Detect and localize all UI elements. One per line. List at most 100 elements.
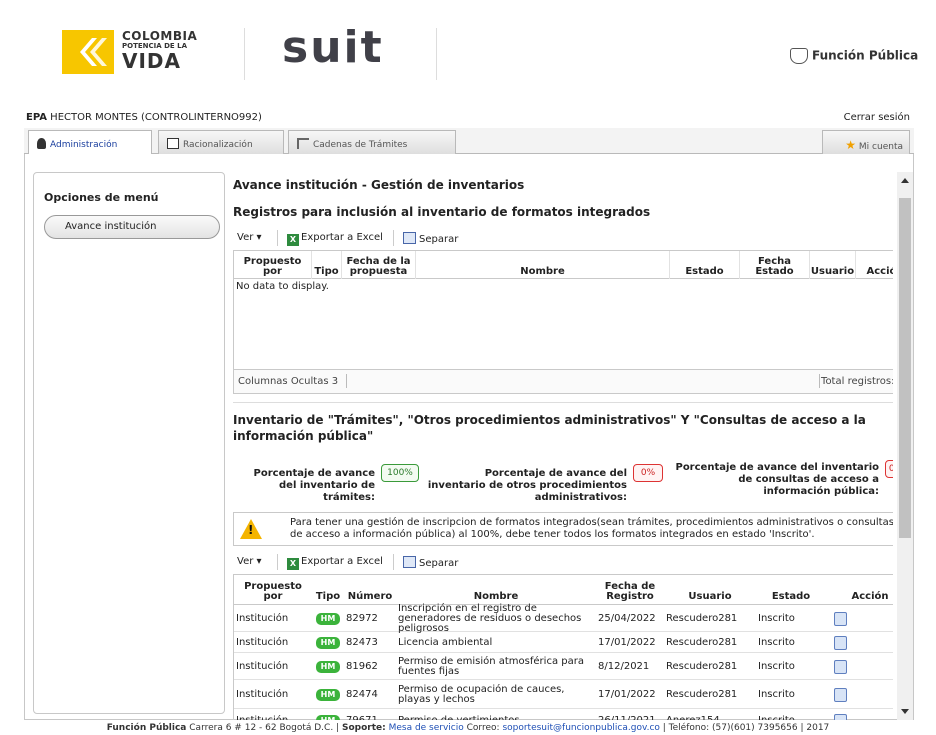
export-label: Exportar a Excel (301, 232, 383, 243)
site-footer: Función Pública Carrera 6 # 12 - 62 Bogo… (0, 722, 936, 735)
separar-label: Separar (419, 558, 459, 569)
export-excel-button[interactable]: X Exportar a Excel (287, 232, 383, 246)
pct-consultas-label: Porcentaje de avance del inventario de c… (675, 462, 879, 497)
pct-tramites-label: Porcentaje de avance del inventario de t… (253, 468, 375, 503)
scroll-down-icon[interactable] (901, 709, 909, 714)
action-detail-icon[interactable] (834, 611, 847, 626)
header-divider (244, 28, 245, 80)
tab-label: Mi cuenta (858, 142, 903, 152)
sidebar-title: Opciones de menú (44, 191, 159, 204)
section-title-inventario: Inventario de "Trámites", "Otros procedi… (233, 413, 866, 443)
column-header[interactable]: Estado (670, 251, 740, 279)
excel-icon: X (287, 558, 299, 570)
scroll-up-icon[interactable] (901, 178, 909, 183)
tab-mi-cuenta[interactable]: ★ Mi cuenta (822, 130, 910, 154)
table-row[interactable]: Institución HM 82474 Permiso de ocupació… (234, 681, 893, 709)
user-bar: EPA HECTOR MONTES (CONTROLINTERNO992) Ce… (24, 110, 914, 126)
logout-link[interactable]: Cerrar sesión (844, 112, 910, 123)
cell-fecha: 17/01/2022 (598, 636, 656, 648)
user-admin-icon (37, 138, 46, 149)
tab-administracion[interactable]: Administración (28, 130, 152, 155)
separar-button[interactable]: Separar (403, 556, 458, 569)
warning-icon: ! (240, 519, 262, 539)
column-header[interactable]: Fecha Estado (740, 251, 810, 279)
column-header[interactable]: Usuario (664, 575, 756, 605)
column-header[interactable]: Acción (856, 251, 893, 279)
content-scrollbar[interactable] (897, 172, 913, 720)
action-detail-icon[interactable] (834, 713, 847, 720)
cell-propuesto: Institución (236, 688, 289, 700)
cell-nombre: Permiso de ocupación de cauces, playas y… (398, 683, 565, 705)
main-frame: Opciones de menú Avance institución Avan… (24, 154, 914, 720)
total-records: Total registros: 0 (821, 376, 893, 387)
tab-label: Racionalización (183, 140, 253, 150)
column-header[interactable]: Nombre (396, 575, 596, 605)
column-header[interactable]: Propuesto por (234, 251, 312, 279)
cell-usuario: Rescudero281 (666, 636, 738, 648)
page-title: Avance institución - Gestión de inventar… (233, 178, 525, 192)
grid-footer: Columnas Ocultas 3 Total registros: 0 (234, 369, 893, 393)
column-header[interactable]: Acción (826, 575, 893, 605)
ver-dropdown[interactable]: Ver ▾ (237, 232, 262, 243)
cell-numero: 82474 (346, 688, 378, 700)
column-header[interactable]: Propuesto por (234, 575, 312, 605)
cell-nombre: Licencia ambiental (398, 636, 493, 648)
site-header: COLOMBIA POTENCIA DE LA VIDA suit Funció… (0, 0, 936, 108)
email-link[interactable]: soportesuit@funcionpublica.gov.co (502, 723, 659, 733)
user-name: HECTOR MONTES (CONTROLINTERNO992) (50, 112, 262, 123)
hm-badge: HM (316, 636, 340, 649)
column-header[interactable]: Tipo (312, 575, 344, 605)
scroll-thumb[interactable] (899, 198, 911, 538)
column-header[interactable]: Número (344, 575, 396, 605)
column-header[interactable]: Nombre (416, 251, 670, 279)
cell-fecha: 17/01/2022 (598, 688, 656, 700)
warning-text: Para tener una gestión de inscripcion de… (290, 517, 893, 540)
tree-icon (297, 138, 309, 149)
cell-usuario: Anerez154 (666, 714, 720, 720)
footer-divider (819, 374, 820, 388)
sidebar-menu: Opciones de menú Avance institución (33, 172, 225, 714)
edit-icon (167, 138, 179, 149)
tab-label: Cadenas de Trámites (313, 140, 408, 150)
column-header[interactable]: Fecha de Registro (596, 575, 664, 605)
column-header[interactable]: Usuario (810, 251, 856, 279)
cell-propuesto: Institución (236, 660, 289, 672)
export-excel-button[interactable]: X Exportar a Excel (287, 556, 383, 570)
cell-numero: 82473 (346, 636, 378, 648)
tab-racionalizacion[interactable]: Racionalización (158, 130, 284, 154)
mesa-servicio-link[interactable]: Mesa de servicio (389, 723, 464, 733)
action-detail-icon[interactable] (834, 659, 847, 674)
ver-dropdown[interactable]: Ver ▾ (237, 556, 262, 567)
sidebar-item-avance-institucion[interactable]: Avance institución (44, 215, 220, 239)
cell-estado: Inscrito (758, 636, 795, 648)
separar-button[interactable]: Separar (403, 232, 458, 245)
cell-propuesto: Institución (236, 714, 289, 720)
footer-brand: Función Pública (106, 723, 187, 733)
cell-numero: 81962 (346, 660, 378, 672)
action-detail-icon[interactable] (834, 687, 847, 702)
tab-cadenas-tramites[interactable]: Cadenas de Trámites (288, 130, 456, 154)
column-header[interactable]: Estado (756, 575, 826, 605)
table-row[interactable]: Institución HM 82473 Licencia ambiental … (234, 633, 893, 653)
table-row[interactable]: Institución HM 81962 Permiso de emisión … (234, 654, 893, 680)
colombia-logo-mark (62, 30, 114, 74)
table-row[interactable]: Institución HM 82972 Inscripción en el r… (234, 602, 893, 634)
cell-estado: Inscrito (758, 660, 795, 672)
cell-propuesto: Institución (236, 612, 289, 624)
warning-box: ! Para tener una gestión de inscripcion … (233, 512, 893, 546)
column-header[interactable]: Fecha de la propuesta (342, 251, 416, 279)
cell-nombre: Permiso de emisión atmosférica para fuen… (398, 655, 584, 677)
table-row[interactable]: Institución HM 79671 Permiso de vertimie… (234, 710, 893, 720)
footer-telefono: | Teléfono: (57)(601) 7395656 | 2017 (662, 723, 830, 733)
footer-address: Carrera 6 # 12 - 62 Bogotá D.C. | (189, 723, 340, 733)
cell-nombre: Inscripción en el registro de generadore… (398, 602, 582, 634)
action-detail-icon[interactable] (834, 635, 847, 650)
grid-header: Propuesto por Tipo Fecha de la propuesta… (234, 251, 893, 279)
logo-colombia-line3: VIDA (122, 49, 181, 73)
hm-badge: HM (316, 688, 340, 701)
column-header[interactable]: Tipo (312, 251, 342, 279)
cell-usuario: Rescudero281 (666, 660, 738, 672)
logo-colombia-line1: COLOMBIA (122, 29, 198, 43)
hidden-columns-button[interactable]: Columnas Ocultas 3 (238, 376, 338, 387)
toolbar-divider (277, 230, 278, 246)
